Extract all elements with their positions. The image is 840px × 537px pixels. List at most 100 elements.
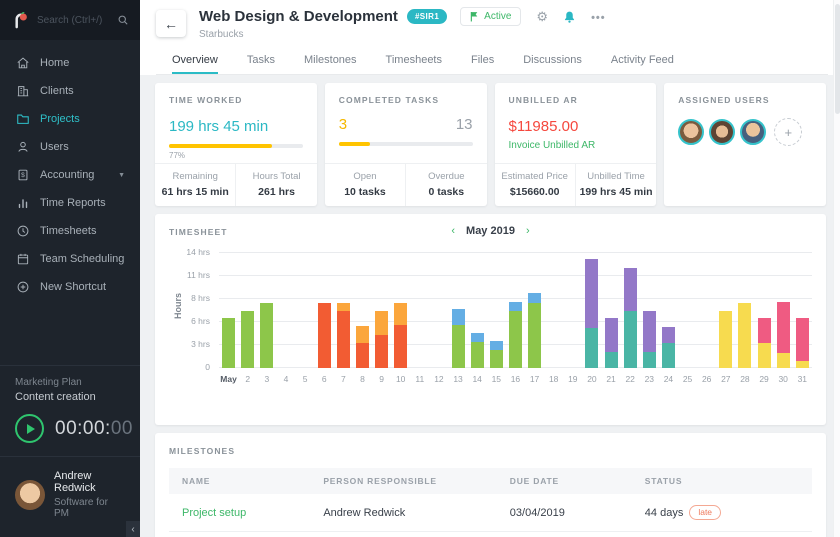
chart-bar-day-28[interactable] bbox=[735, 253, 754, 368]
tab-overview[interactable]: Overview bbox=[172, 45, 218, 74]
chart-bar-day-1[interactable] bbox=[219, 253, 238, 368]
folder-icon bbox=[15, 112, 30, 126]
sidebar-item-new-shortcut[interactable]: New Shortcut bbox=[0, 273, 140, 301]
tab-discussions[interactable]: Discussions bbox=[523, 45, 582, 74]
bar-segment bbox=[624, 311, 637, 369]
chart-bar-day-20[interactable] bbox=[582, 253, 601, 368]
bar-segment bbox=[585, 259, 598, 328]
milestone-name-link[interactable]: Project setup bbox=[169, 507, 323, 519]
sidebar-item-timesheets[interactable]: Timesheets bbox=[0, 217, 140, 245]
bar-chart-icon bbox=[15, 196, 30, 210]
app-logo bbox=[11, 11, 30, 30]
next-month-button[interactable]: › bbox=[526, 226, 530, 237]
settings-gear-icon[interactable]: ⚙ bbox=[536, 9, 548, 25]
bar-segment bbox=[509, 311, 522, 369]
more-options-icon[interactable]: ••• bbox=[591, 10, 606, 24]
app-window: Search (Ctrl+/) Home Clients Projects Us… bbox=[0, 0, 840, 537]
chart-bar-day-29[interactable] bbox=[755, 253, 774, 368]
sidebar-item-home[interactable]: Home bbox=[0, 49, 140, 77]
sidebar-collapse-button[interactable]: ‹ bbox=[126, 521, 140, 537]
sidebar-item-label: Home bbox=[40, 57, 69, 69]
scrollbar-thumb[interactable] bbox=[835, 4, 840, 114]
project-status-button[interactable]: Active bbox=[460, 7, 521, 26]
chart-bar-day-15[interactable] bbox=[487, 253, 506, 368]
chart-bar-day-10[interactable] bbox=[391, 253, 410, 368]
chart-x-tick: 26 bbox=[697, 374, 716, 384]
sidebar-item-label: Team Scheduling bbox=[40, 253, 124, 265]
chart-x-tick: 13 bbox=[449, 374, 468, 384]
chart-bar-day-27[interactable] bbox=[716, 253, 735, 368]
current-user[interactable]: Andrew Redwick Software for PM bbox=[0, 456, 140, 537]
invoice-unbilled-link[interactable]: Invoice Unbilled AR bbox=[509, 140, 643, 151]
bar-segment bbox=[662, 343, 675, 368]
chart-bar-day-14[interactable] bbox=[468, 253, 487, 368]
bar-segment bbox=[719, 311, 732, 369]
chart-y-tick: 14 hrs bbox=[186, 247, 210, 257]
avatar[interactable] bbox=[709, 119, 735, 145]
table-header: NAME PERSON RESPONSIBLE DUE DATE STATUS bbox=[169, 468, 812, 494]
chart-bar-day-30[interactable] bbox=[774, 253, 793, 368]
invoice-icon: $ bbox=[15, 168, 30, 182]
chart-bar-day-3[interactable] bbox=[257, 253, 276, 368]
chart-bar-day-23[interactable] bbox=[640, 253, 659, 368]
sidebar-item-accounting[interactable]: $ Accounting ▼ bbox=[0, 161, 140, 189]
sidebar-item-label: Users bbox=[40, 141, 69, 153]
chart-x-tick: 21 bbox=[602, 374, 621, 384]
avatar[interactable] bbox=[740, 119, 766, 145]
milestones-card: MILESTONES NAME PERSON RESPONSIBLE DUE D… bbox=[155, 433, 826, 537]
chart-bar-day-24[interactable] bbox=[659, 253, 678, 368]
chart-bar-day-16[interactable] bbox=[506, 253, 525, 368]
tab-timesheets[interactable]: Timesheets bbox=[386, 45, 442, 74]
table-row[interactable]: DesignWalter Banks12/04/201935 dayslate bbox=[169, 532, 812, 537]
chart-bar-day-13[interactable] bbox=[449, 253, 468, 368]
bar-segment bbox=[528, 293, 541, 303]
calendar-icon bbox=[15, 252, 30, 266]
timer-play-button[interactable] bbox=[15, 414, 44, 443]
client-name: Starbucks bbox=[199, 29, 606, 40]
table-row[interactable]: Project setupAndrew Redwick03/04/201944 … bbox=[169, 494, 812, 532]
chart-y-axis: 03 hrs6 hrs8 hrs11 hrs14 hrs bbox=[181, 253, 219, 368]
estimated-price-stat: Estimated Price $15660.00 bbox=[495, 164, 575, 206]
sidebar-item-users[interactable]: Users bbox=[0, 133, 140, 161]
chart-x-tick: 11 bbox=[410, 374, 429, 384]
tab-tasks[interactable]: Tasks bbox=[247, 45, 275, 74]
chart-bar-day-22[interactable] bbox=[621, 253, 640, 368]
chart-bar-day-5 bbox=[296, 253, 315, 368]
global-search[interactable]: Search (Ctrl+/) bbox=[0, 0, 140, 40]
sidebar-item-time-reports[interactable]: Time Reports bbox=[0, 189, 140, 217]
milestone-person: Andrew Redwick bbox=[323, 507, 509, 519]
chart-bar-day-31[interactable] bbox=[793, 253, 812, 368]
chart-bar-day-26 bbox=[697, 253, 716, 368]
sidebar-item-team-scheduling[interactable]: Team Scheduling bbox=[0, 245, 140, 273]
chart-bar-day-17[interactable] bbox=[525, 253, 544, 368]
main-area: ← Web Design & Development #SIR1 Active … bbox=[140, 0, 840, 537]
flag-icon bbox=[470, 11, 479, 22]
bar-segment bbox=[241, 311, 254, 369]
chart-bar-day-25 bbox=[678, 253, 697, 368]
back-button[interactable]: ← bbox=[156, 10, 186, 37]
sidebar-item-projects[interactable]: Projects bbox=[0, 105, 140, 133]
timer-panel: Marketing Plan Content creation 00:00:00 bbox=[0, 365, 140, 456]
sidebar-item-label: Time Reports bbox=[40, 197, 106, 209]
add-user-button[interactable]: + bbox=[774, 118, 802, 146]
chart-bar-day-2[interactable] bbox=[238, 253, 257, 368]
tab-files[interactable]: Files bbox=[471, 45, 494, 74]
chart-bar-day-6[interactable] bbox=[315, 253, 334, 368]
tab-activity-feed[interactable]: Activity Feed bbox=[611, 45, 674, 74]
prev-month-button[interactable]: ‹ bbox=[451, 226, 455, 237]
chart-y-tick: 6 hrs bbox=[191, 316, 210, 326]
chart-bar-day-9[interactable] bbox=[372, 253, 391, 368]
scrollbar[interactable] bbox=[833, 0, 840, 537]
notifications-bell-icon[interactable] bbox=[563, 10, 576, 24]
chart-bar-day-8[interactable] bbox=[353, 253, 372, 368]
chart-bar-day-21[interactable] bbox=[602, 253, 621, 368]
sidebar-item-clients[interactable]: Clients bbox=[0, 77, 140, 105]
avatar[interactable] bbox=[678, 119, 704, 145]
completed-tasks-card: COMPLETED TASKS 3 13 Open 10 tasks bbox=[325, 83, 487, 206]
bar-segment bbox=[490, 341, 503, 350]
bar-segment bbox=[375, 335, 388, 368]
assigned-users-card: ASSIGNED USERS + bbox=[664, 83, 826, 206]
chart-x-tick: 7 bbox=[334, 374, 353, 384]
chart-bar-day-7[interactable] bbox=[334, 253, 353, 368]
tab-milestones[interactable]: Milestones bbox=[304, 45, 357, 74]
